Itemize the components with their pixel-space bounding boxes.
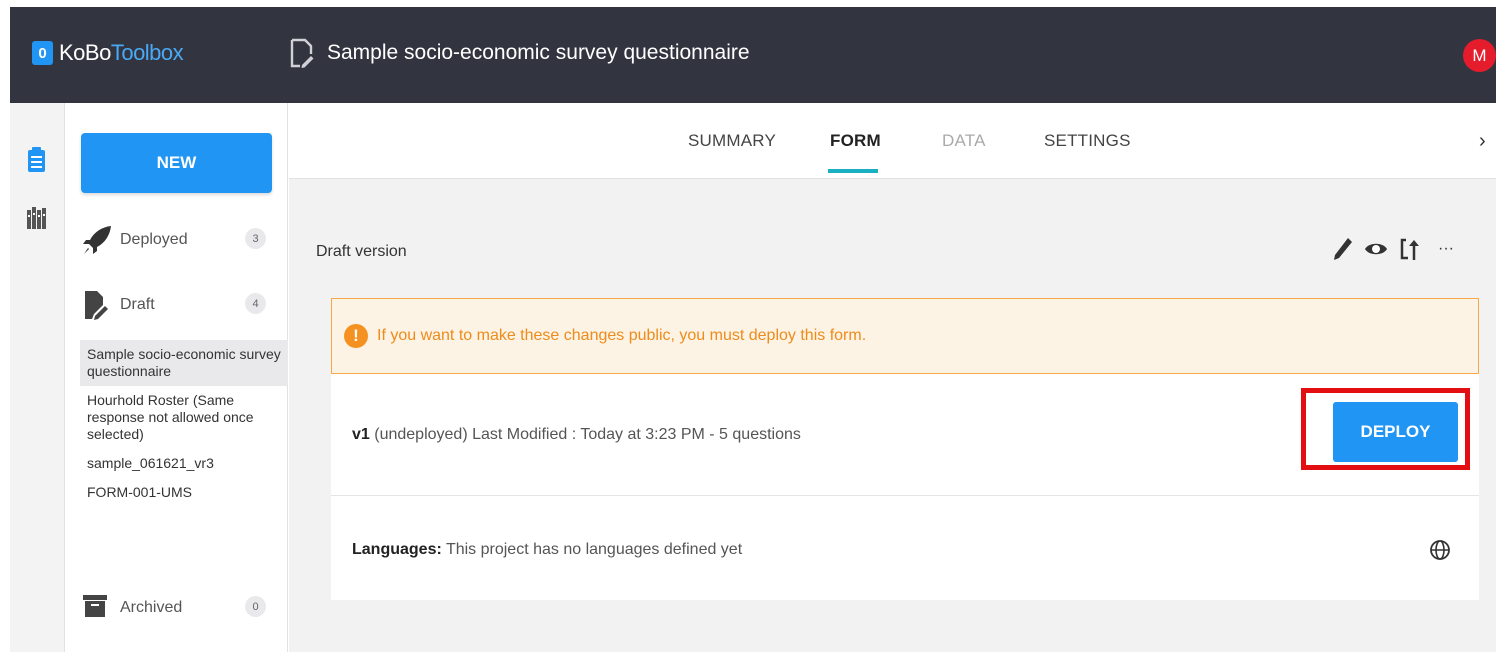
form-title: Sample socio-economic survey questionnai… xyxy=(327,41,750,64)
icon-rail xyxy=(10,103,65,652)
form-file-icon xyxy=(290,38,314,68)
kobotoolbox-logo[interactable]: 0 KoBoToolbox xyxy=(32,40,184,66)
draft-version-label: Draft version xyxy=(316,243,407,260)
version-status: (undeployed) xyxy=(374,426,468,443)
clipboard-icon[interactable] xyxy=(27,147,46,173)
list-item[interactable]: Hourhold Roster (Same response not allow… xyxy=(80,386,288,449)
tab-form[interactable]: FORM xyxy=(830,131,881,151)
logo-badge: 0 xyxy=(32,41,53,65)
replace-icon[interactable] xyxy=(1398,236,1422,262)
avatar[interactable]: M xyxy=(1463,39,1496,72)
list-item[interactable]: Sample socio-economic survey questionnai… xyxy=(80,340,288,386)
sidebar-item-draft[interactable]: Draft 4 xyxy=(65,286,288,324)
tab-data[interactable]: DATA xyxy=(942,131,986,151)
chevron-right-icon[interactable]: › xyxy=(1479,130,1486,153)
languages-label: Languages: xyxy=(352,541,442,558)
version-details: Last Modified : Today at 3:23 PM - 5 que… xyxy=(472,426,801,443)
draft-count-badge: 4 xyxy=(245,293,266,314)
archived-count-badge: 0 xyxy=(245,596,266,617)
logo-brand-light: Toolbox xyxy=(110,40,184,65)
sidebar-item-label: Draft xyxy=(120,296,155,313)
active-tab-indicator xyxy=(828,169,878,173)
deploy-highlight-box xyxy=(1301,388,1470,470)
top-header: 0 KoBoToolbox Sample socio-economic surv… xyxy=(10,7,1496,103)
rocket-icon xyxy=(83,226,111,254)
exclamation-icon: ! xyxy=(344,324,368,348)
new-button[interactable]: NEW xyxy=(81,133,272,193)
sidebar-item-label: Deployed xyxy=(120,231,188,248)
languages-text: This project has no languages defined ye… xyxy=(445,541,743,558)
sidebar-item-label: Archived xyxy=(120,599,183,616)
version-name: v1 xyxy=(352,426,370,443)
deploy-warning-banner: ! If you want to make these changes publ… xyxy=(331,298,1479,374)
warning-text: If you want to make these changes public… xyxy=(377,327,867,344)
archive-box-icon xyxy=(83,595,107,617)
logo-brand: KoBo xyxy=(59,40,111,65)
logo-text: KoBoToolbox xyxy=(59,40,184,66)
pencil-icon[interactable] xyxy=(1332,236,1354,262)
sidebar-item-deployed[interactable]: Deployed 3 xyxy=(65,221,288,259)
version-info: v1 (undeployed) Last Modified : Today at… xyxy=(352,426,801,444)
list-item[interactable]: sample_061621_vr3 xyxy=(80,449,288,478)
tab-summary[interactable]: SUMMARY xyxy=(688,131,776,151)
languages-info: Languages: This project has no languages… xyxy=(352,541,742,559)
draft-file-icon xyxy=(85,291,108,320)
draft-list: Sample socio-economic survey questionnai… xyxy=(80,340,288,507)
tab-bar: SUMMARY FORM DATA SETTINGS › xyxy=(289,103,1496,179)
globe-icon[interactable] xyxy=(1429,539,1451,561)
more-icon[interactable]: ··· xyxy=(1438,240,1454,258)
main-content: SUMMARY FORM DATA SETTINGS › Draft versi… xyxy=(289,103,1496,652)
sidebar-item-archived[interactable]: Archived 0 xyxy=(65,589,288,627)
form-toolbar: ··· xyxy=(1332,236,1454,262)
library-icon[interactable] xyxy=(27,207,47,229)
sidebar: NEW Deployed 3 Draft 4 Sample socio-econ… xyxy=(65,103,288,652)
list-item[interactable]: FORM-001-UMS xyxy=(80,478,288,507)
tab-settings[interactable]: SETTINGS xyxy=(1044,131,1131,151)
eye-icon[interactable] xyxy=(1364,236,1388,262)
deployed-count-badge: 3 xyxy=(245,228,266,249)
languages-row: Languages: This project has no languages… xyxy=(331,496,1479,600)
